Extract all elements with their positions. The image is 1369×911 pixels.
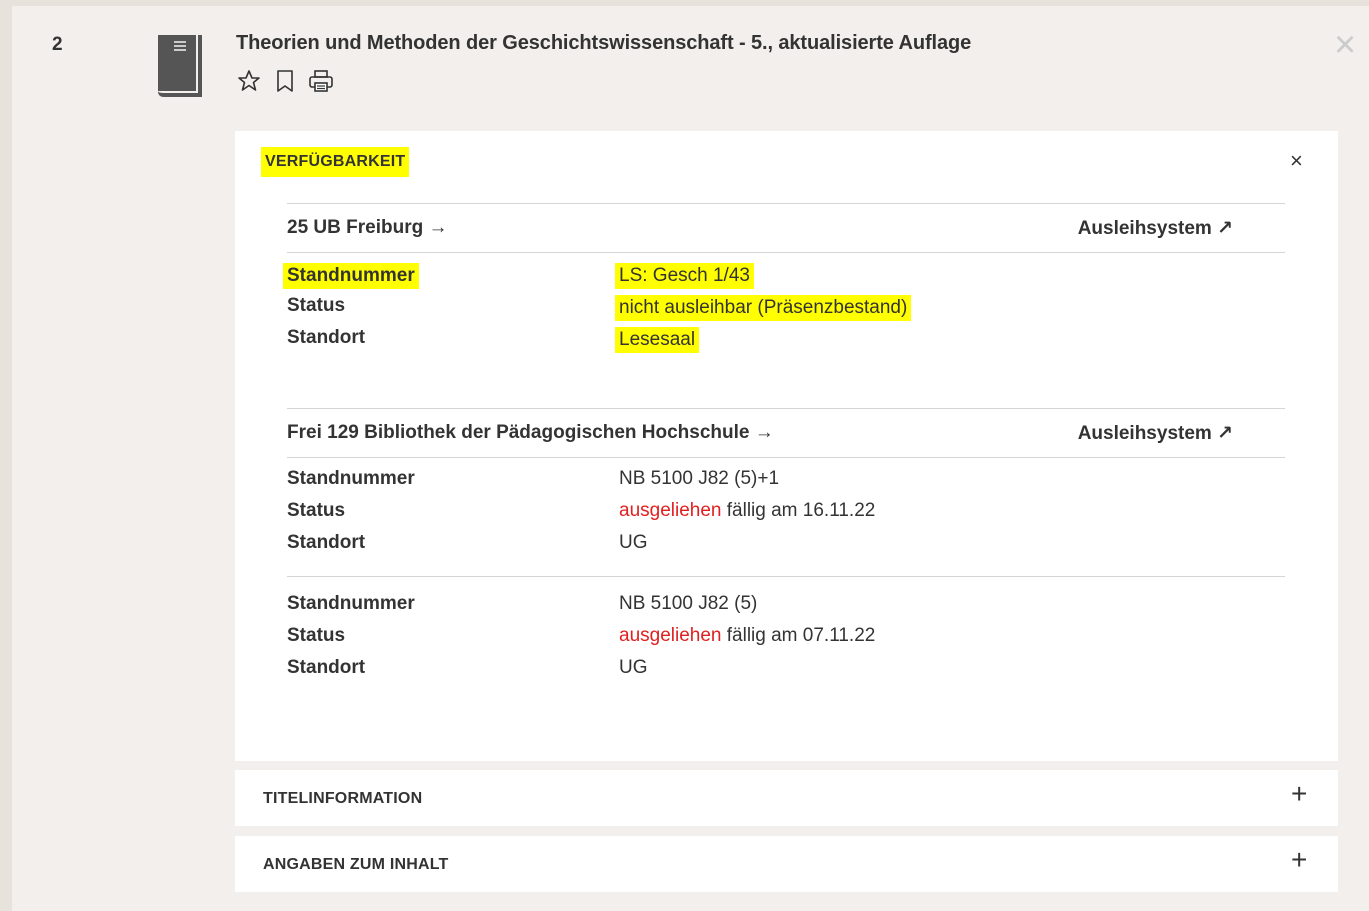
standnummer-label: Standnummer (283, 263, 419, 289)
status-label: Status (287, 295, 346, 316)
holding-location-link[interactable]: Frei 129 Bibliothek der Pädagogischen Ho… (287, 422, 774, 444)
book-icon (158, 35, 202, 97)
standort-label: Standort (287, 532, 366, 553)
section-titelinformation-label: TITELINFORMATION (263, 790, 423, 807)
bookmark-icon[interactable] (272, 68, 298, 94)
standnummer-value: NB 5100 J82 (5) (619, 593, 758, 614)
standort-value: UG (619, 657, 648, 678)
standort-value: UG (619, 532, 648, 553)
standort-label: Standort (287, 327, 366, 348)
section-angaben-label: ANGABEN ZUM INHALT (263, 856, 449, 873)
ausleihsystem-link[interactable]: Ausleihsystem ↗ (1078, 217, 1233, 240)
status-value: ausgeliehen fällig am 07.11.22 (619, 625, 875, 647)
status-loaned: ausgeliehen (619, 500, 722, 521)
section-titelinformation[interactable]: TITELINFORMATION + (235, 770, 1338, 826)
status-value: nicht ausleihbar (Präsenzbestand) (615, 295, 912, 321)
standnummer-value: LS: Gesch 1/43 (615, 263, 754, 289)
standnummer-label: Standnummer (287, 468, 415, 489)
holding-location-link[interactable]: 25 UB Freiburg → (287, 217, 447, 239)
status-value: ausgeliehen fällig am 16.11.22 (619, 500, 875, 522)
status-loaned: ausgeliehen (619, 625, 722, 646)
standnummer-value: NB 5100 J82 (5)+1 (619, 468, 780, 489)
print-icon[interactable] (308, 68, 334, 94)
star-icon[interactable] (236, 68, 262, 94)
status-label: Status (287, 500, 346, 521)
holding-ph-freiburg: Frei 129 Bibliothek der Pädagogischen Ho… (287, 408, 1285, 685)
standnummer-label: Standnummer (287, 593, 415, 614)
holding-item: Standnummer LS: Gesch 1/43 Status nicht au… (283, 259, 1285, 355)
record-number: 2 (52, 34, 63, 55)
holding-ub-freiburg: 25 UB Freiburg → Ausleihsystem ↗ Standnu… (283, 203, 1285, 355)
record-title[interactable]: Theorien und Methoden der Geschichtswiss… (236, 32, 971, 55)
due-date: fällig am 16.11.22 (721, 500, 876, 521)
record-actions (236, 68, 334, 94)
holding-item: Standnummer NB 5100 J82 (5) Status ausgeli… (287, 577, 1285, 685)
standort-label: Standort (287, 657, 366, 678)
expand-plus-icon[interactable]: + (1291, 844, 1307, 876)
ausleihsystem-link[interactable]: Ausleihsystem ↗ (1078, 422, 1233, 445)
availability-close-icon[interactable]: × (1290, 148, 1303, 174)
status-label: Status (287, 625, 346, 646)
availability-header[interactable]: VERFÜGBARKEIT (261, 147, 410, 177)
expand-plus-icon[interactable]: + (1291, 778, 1307, 810)
result-record: 2 Theorien und Methoden der Geschichtswi… (12, 6, 1369, 911)
availability-panel: VERFÜGBARKEIT × 25 UB Freiburg → Ausleih… (235, 131, 1338, 761)
holding-item: Standnummer NB 5100 J82 (5)+1 Status ausge… (287, 464, 1285, 560)
due-date: fällig am 07.11.22 (721, 625, 876, 646)
section-angaben-zum-inhalt[interactable]: ANGABEN ZUM INHALT + (235, 836, 1338, 892)
standort-value: Lesesaal (615, 327, 700, 353)
record-close-icon[interactable]: × (1334, 26, 1356, 64)
